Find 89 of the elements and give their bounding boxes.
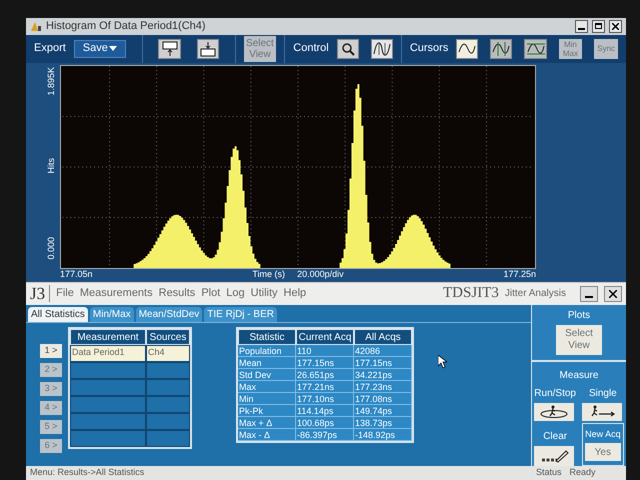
table-cell: Pk-Pk [238, 404, 296, 416]
clear-label: Clear [542, 430, 568, 444]
column-header: Measurement [70, 328, 146, 344]
status-value: Ready [570, 466, 596, 479]
menu-item[interactable]: Results [158, 285, 196, 302]
new-acq-label: New Acq [585, 428, 621, 441]
single-button[interactable] [582, 402, 622, 420]
table-cell: Mean [238, 356, 296, 368]
waveform-button[interactable] [370, 38, 393, 58]
table-cell: 177.23ns [354, 380, 412, 392]
menu-item[interactable]: Help [284, 285, 306, 302]
tab[interactable]: TIE RjDj - BER [204, 306, 277, 322]
table-cell: 100.68ps [296, 416, 354, 428]
measure-heading: Measure [560, 368, 598, 382]
table-cell: 42086 [354, 344, 412, 356]
menu-item[interactable]: Plot [201, 285, 220, 302]
column-header: Current Acq [296, 328, 354, 344]
cursor-wave-button[interactable] [456, 38, 478, 58]
export-button[interactable] [196, 38, 219, 58]
x-min-label: 177.05n [60, 268, 93, 282]
column-header: All Acqs [354, 328, 412, 344]
table-cell[interactable]: Ch4 [146, 344, 190, 362]
table-cell: Min [238, 392, 296, 404]
clear-button[interactable] [534, 446, 574, 466]
horizontal-cursor-button[interactable] [524, 38, 547, 58]
table-cell: -148.92ps [354, 428, 412, 440]
minimize-button[interactable] [575, 20, 588, 33]
subtitle-label: Jitter Analysis [504, 287, 566, 301]
table-cell: 34.221ps [354, 368, 412, 380]
table-cell: 149.74ps [354, 404, 412, 416]
plots-heading: Plots [568, 308, 590, 322]
run-stop-button[interactable] [534, 402, 574, 420]
x-max-label: 177.25n [503, 268, 536, 282]
single-label: Single [588, 386, 618, 400]
eraser-icon [539, 448, 570, 462]
menu-path-text: Menu: Results->All Statistics [30, 466, 144, 479]
table-cell: Max - Δ [238, 428, 296, 440]
cursors-label: Cursors [410, 41, 448, 56]
column-header: Sources [146, 328, 190, 344]
table-cell: 26.651ps [296, 368, 354, 380]
y-max-label: 1.895K [44, 66, 56, 96]
close-icon [612, 22, 619, 30]
table-cell: 177.10ns [296, 392, 354, 404]
table-cell: 177.21ns [296, 380, 354, 392]
app-icon [30, 20, 42, 32]
scale-label: 20.000p/div [297, 268, 344, 282]
table-cell[interactable]: Data Period1 [70, 344, 146, 362]
runner-loop-icon [539, 404, 570, 418]
table-cell: 110 [296, 344, 354, 356]
table-cell: Max [238, 380, 296, 392]
table-cell: 177.15ns [296, 356, 354, 368]
import-button[interactable] [158, 38, 181, 58]
y-min-label: 0.000 [44, 236, 56, 260]
row-button[interactable]: 1 > [40, 344, 62, 358]
save-dropdown[interactable]: Save [74, 40, 126, 58]
window-title: Histogram Of Data Period1(Ch4) [46, 19, 207, 34]
maximize-button[interactable] [592, 20, 605, 33]
brand-label: TDSJIT3 [443, 284, 499, 304]
table-cell: Max + Δ [238, 416, 296, 428]
y-axis-label: Hits [44, 158, 56, 174]
menu-item[interactable]: File [56, 285, 74, 302]
export-label: Export [34, 41, 66, 56]
close-icon [609, 290, 617, 298]
table-cell: 114.14ps [296, 404, 354, 416]
status-label: Status [536, 466, 562, 479]
minimize-button[interactable] [580, 286, 598, 302]
column-header: Statistic [238, 328, 296, 344]
close-button[interactable] [604, 286, 622, 302]
table-cell: 138.73ps [354, 416, 412, 428]
zoom-button[interactable] [336, 38, 359, 58]
close-button[interactable] [609, 20, 622, 33]
caret-icon [108, 46, 117, 51]
tab[interactable]: Mean/StdDev [136, 306, 202, 322]
tab[interactable]: All Statistics [28, 306, 88, 322]
run-stop-label: Run/Stop [534, 386, 576, 400]
x-axis-label: Time (s) [252, 268, 286, 282]
tab[interactable]: Min/Max [90, 306, 134, 322]
table-cell: 177.15ns [354, 356, 412, 368]
table-cell: -86.397ps [296, 428, 354, 440]
mouse-pointer-icon [438, 354, 447, 368]
vertical-cursor-button[interactable] [490, 38, 512, 58]
table-cell: Std Dev [238, 368, 296, 380]
logo: J3 [30, 285, 50, 302]
control-label: Control [293, 41, 329, 56]
table-cell: Population [238, 344, 296, 356]
menu-item[interactable]: Utility [250, 285, 278, 302]
table-cell: 177.08ns [354, 392, 412, 404]
menu-item[interactable]: Measurements [80, 285, 153, 302]
menu-item[interactable]: Log [226, 285, 245, 302]
